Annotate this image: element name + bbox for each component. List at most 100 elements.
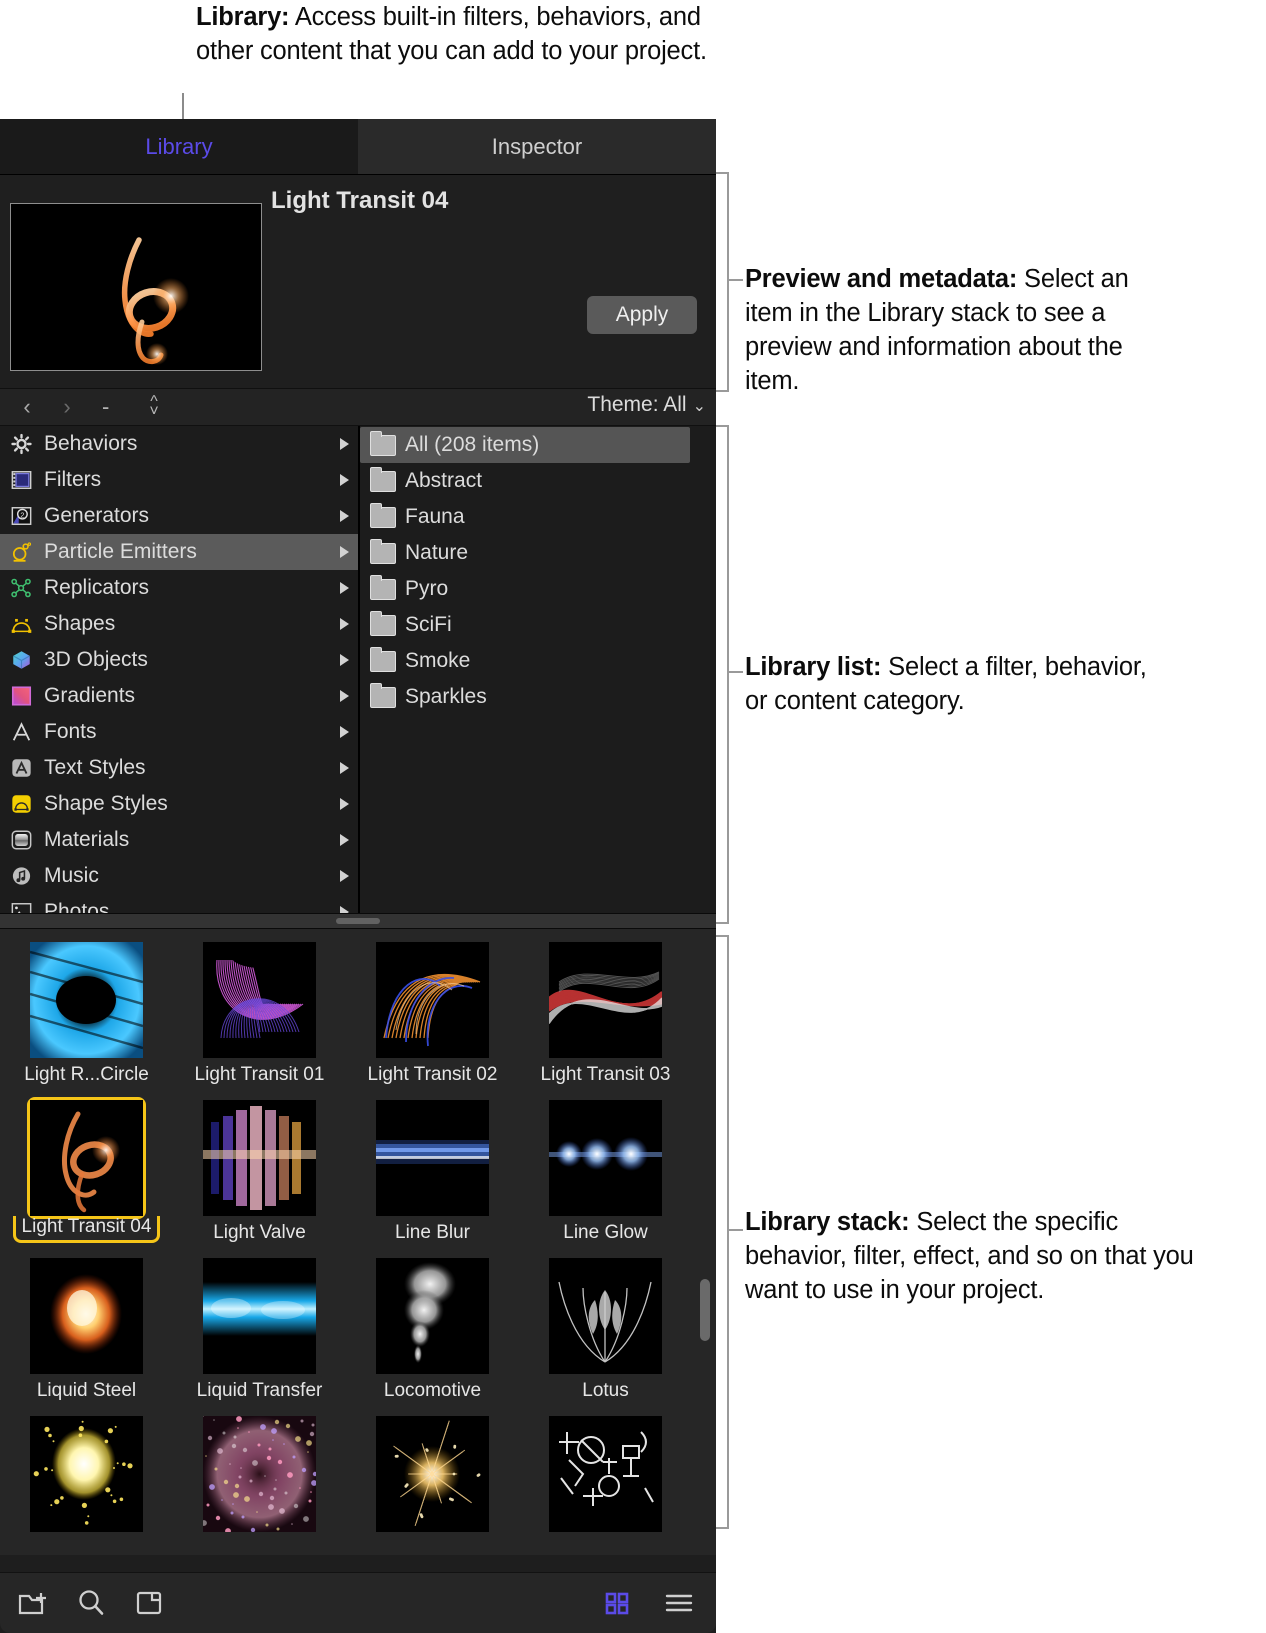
stack-item-thumbnail[interactable] [373,939,492,1061]
splitter-grip[interactable] [336,918,380,924]
chevron-left-icon[interactable]: ‹ [14,394,40,420]
disclosure-triangle-icon[interactable] [340,582,349,594]
stack-item-thumbnail[interactable] [373,1097,492,1219]
grid-view-icon[interactable] [600,1586,634,1620]
library-category-column[interactable]: BehaviorsFilters2Generators Particle Emit… [0,426,360,913]
library-item-particle-emitters[interactable]: Particle Emitters [0,534,358,570]
category-item-nature[interactable]: Nature [360,535,716,571]
stack-item-thumbnail[interactable] [200,1097,319,1219]
up-down-stepper-icon[interactable]: ^˅ [149,397,158,417]
preview-thumbnail[interactable] [10,203,262,371]
library-item-materials[interactable]: Materials [0,822,358,858]
apply-button[interactable]: Apply [587,296,697,334]
folder-icon [370,579,396,600]
stack-item-locomotive[interactable]: Locomotive [346,1255,519,1413]
tab-library[interactable]: Library [0,119,358,174]
library-item-text-styles[interactable]: Text Styles [0,750,358,786]
stack-item-thumbnail[interactable] [200,939,319,1061]
library-item-fonts[interactable]: Fonts [0,714,358,750]
stack-item-thumbnail[interactable] [546,1413,665,1535]
stack-item-lotus[interactable]: Lotus [519,1255,692,1413]
library-stack-scrollbar[interactable] [700,1279,710,1341]
category-item-smoke[interactable]: Smoke [360,643,716,679]
stack-item-light-transit-04[interactable]: Light Transit 04 [0,1097,173,1255]
library-item-replicators[interactable]: Replicators [0,570,358,606]
stack-item-thumbnail[interactable] [200,1413,319,1535]
library-item-photos[interactable]: Photos [0,894,358,913]
library-navbar: ‹ › - ^˅ Theme: All⌄ [0,388,716,426]
library-item-3d-objects[interactable]: 3D Objects [0,642,358,678]
stack-item-label: Light Valve [213,1222,306,1244]
disclosure-triangle-icon[interactable] [340,438,349,450]
panel-splitter[interactable] [0,913,716,929]
category-item-sparkles[interactable]: Sparkles [360,679,716,715]
bracket-preview-tick [727,279,743,281]
disclosure-triangle-icon[interactable] [340,870,349,882]
library-item-generators[interactable]: 2Generators [0,498,358,534]
library-item-label: Text Styles [44,756,358,780]
stack-item-liquid-steel[interactable]: Liquid Steel [0,1255,173,1413]
stack-item-thumbnail[interactable] [200,1255,319,1377]
stack-item-thumbnail[interactable] [373,1413,492,1535]
theme-filter-menu[interactable]: Theme: All⌄ [587,393,706,417]
disclosure-triangle-icon[interactable] [340,762,349,774]
disclosure-triangle-icon[interactable] [340,726,349,738]
library-item-music[interactable]: Music [0,858,358,894]
stack-item-liquid-transfer[interactable]: Liquid Transfer [173,1255,346,1413]
stack-item-thumbnail[interactable] [546,1097,665,1219]
stack-item-thumbnail[interactable] [27,1255,146,1377]
chevron-right-icon[interactable]: › [54,394,80,420]
generator-icon: 2 [9,505,34,527]
shape-style-icon [8,793,35,816]
stack-item-light-valve[interactable]: Light Valve [173,1097,346,1255]
category-item-label: SciFi [405,613,452,637]
library-folder-column[interactable]: All (208 items)AbstractFaunaNaturePyro Sc… [360,426,716,913]
disclosure-triangle-icon[interactable] [340,474,349,486]
stack-item-line-glow[interactable]: Line Glow [519,1097,692,1255]
library-item-label: Particle Emitters [44,540,358,564]
disclosure-triangle-icon[interactable] [340,618,349,630]
stack-item-light-r-circle[interactable]: Light R...Circle [0,939,173,1097]
stack-item-light-transit-03[interactable]: Light Transit 03 [519,939,692,1097]
new-folder-icon[interactable] [16,1586,50,1620]
magenta-arcs-art [203,942,316,1058]
disclosure-triangle-icon[interactable] [340,654,349,666]
disclosure-triangle-icon[interactable] [340,834,349,846]
list-view-icon[interactable] [662,1586,696,1620]
stack-item-thumbnail[interactable] [27,1413,146,1535]
filmstrip-icon [9,469,34,491]
stack-item-14[interactable] [346,1413,519,1555]
stack-item-thumbnail[interactable] [546,1255,665,1377]
stack-item-light-transit-02[interactable]: Light Transit 02 [346,939,519,1097]
disclosure-triangle-icon[interactable] [340,798,349,810]
library-item-behaviors[interactable]: Behaviors [0,426,358,462]
panel-layout-icon[interactable] [132,1586,166,1620]
library-item-gradients[interactable]: Gradients [0,678,358,714]
search-icon[interactable] [74,1586,108,1620]
material-icon [8,829,35,852]
library-item-filters[interactable]: Filters [0,462,358,498]
category-item-fauna[interactable]: Fauna [360,499,716,535]
category-item-abstract[interactable]: Abstract [360,463,716,499]
stack-item-thumbnail[interactable] [373,1255,492,1377]
category-item-pyro[interactable]: Pyro [360,571,716,607]
tab-inspector[interactable]: Inspector [358,119,716,174]
disclosure-triangle-icon[interactable] [340,690,349,702]
stack-item-light-transit-01[interactable]: Light Transit 01 [173,939,346,1097]
disclosure-triangle-icon[interactable] [340,906,349,913]
stack-item-thumbnail[interactable] [546,939,665,1061]
stack-item-thumbnail[interactable] [27,939,146,1061]
stack-item-12[interactable] [0,1413,173,1555]
disclosure-triangle-icon[interactable] [340,546,349,558]
library-item-shape-styles[interactable]: Shape Styles [0,786,358,822]
disclosure-triangle-icon[interactable] [340,510,349,522]
stack-item-13[interactable] [173,1413,346,1555]
stack-item-line-blur[interactable]: Line Blur [346,1097,519,1255]
category-item-all-208-items-[interactable]: All (208 items) [360,427,690,463]
stack-item-15[interactable] [519,1413,692,1555]
stack-item-thumbnail[interactable] [27,1097,146,1219]
gold-starburst-thumb [376,1416,489,1532]
stack-item-label: Line Blur [395,1222,470,1244]
category-item-scifi[interactable]: SciFi [360,607,716,643]
library-item-shapes[interactable]: Shapes [0,606,358,642]
